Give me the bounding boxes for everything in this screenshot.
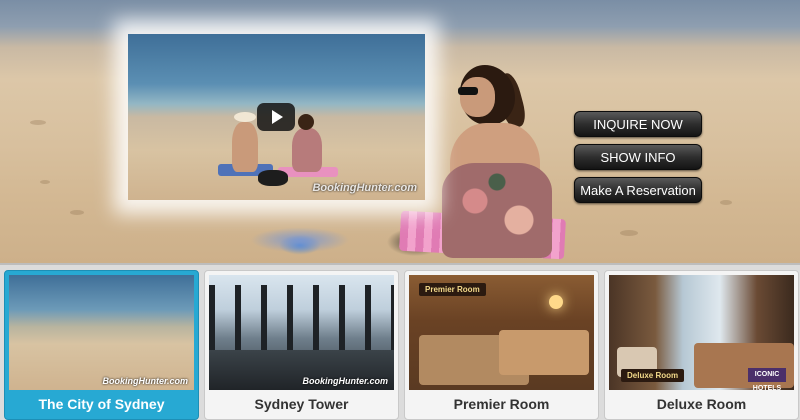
room-tag: Deluxe Room: [621, 369, 685, 382]
sand-texture: [620, 230, 638, 236]
thumbnail-caption: Sydney Tower: [254, 396, 349, 412]
show-info-button[interactable]: SHOW INFO: [574, 144, 702, 170]
sand-texture: [40, 180, 50, 184]
thumbnail-image: Deluxe Room ICONIC HOTELS: [609, 275, 794, 390]
video-player[interactable]: BookingHunter.com: [128, 34, 425, 200]
thumbnail-caption: The City of Sydney: [38, 396, 165, 412]
thumbnail-image: BookingHunter.com: [9, 275, 194, 390]
video-watermark: BookingHunter.com: [312, 182, 417, 194]
play-icon[interactable]: [257, 103, 295, 131]
hotel-logo: ICONIC HOTELS: [748, 368, 786, 390]
make-reservation-button[interactable]: Make A Reservation: [574, 177, 702, 203]
thumbnail-watermark: BookingHunter.com: [102, 376, 188, 386]
thumbnail-caption: Deluxe Room: [656, 396, 747, 412]
thumbnail-premier-room[interactable]: Premier Room Premier Room: [404, 270, 599, 420]
room-tag: Premier Room: [419, 283, 486, 296]
thumbnail-gallery: BookingHunter.com The City of Sydney Boo…: [0, 267, 800, 420]
thumbnail-image: BookingHunter.com: [209, 275, 394, 390]
thumbnail-sydney-tower[interactable]: BookingHunter.com Sydney Tower: [204, 270, 399, 420]
thumbnail-caption: Premier Room: [453, 396, 550, 412]
thumbnail-image: Premier Room: [409, 275, 594, 390]
thumbnail-deluxe-room[interactable]: Deluxe Room ICONIC HOTELS Deluxe Room: [604, 270, 799, 420]
sand-texture: [720, 200, 732, 205]
sand-texture: [70, 210, 84, 215]
thumbnail-city-of-sydney[interactable]: BookingHunter.com The City of Sydney: [4, 270, 199, 420]
sand-texture: [30, 120, 46, 125]
inquire-now-button[interactable]: INQUIRE NOW: [574, 111, 702, 137]
background-woman: [420, 55, 580, 260]
thumbnail-watermark: BookingHunter.com: [302, 376, 388, 386]
hero-stage: BookingHunter.com INQUIRE NOW SHOW INFO …: [0, 0, 800, 265]
